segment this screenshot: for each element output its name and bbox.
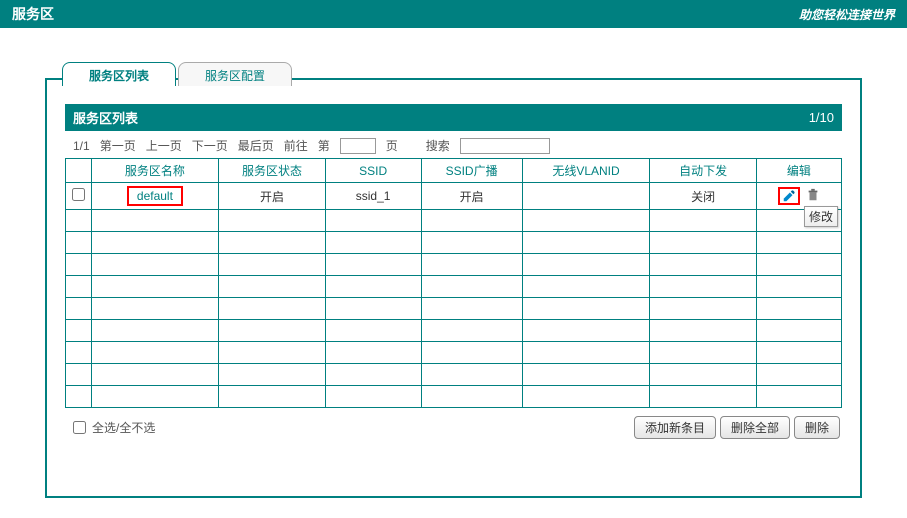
table-row: default 开启 ssid_1 开启 关闭 (66, 183, 842, 210)
edit-button[interactable] (778, 187, 800, 205)
go-link[interactable]: 前往 (284, 137, 308, 154)
section-title: 服务区列表 (73, 108, 138, 127)
table-row (66, 342, 842, 364)
page-title: 服务区 (12, 4, 54, 24)
next-page-link[interactable]: 下一页 (192, 137, 228, 154)
cell-status: 开启 (219, 183, 325, 210)
last-page-link[interactable]: 最后页 (238, 137, 274, 154)
tab-service-list[interactable]: 服务区列表 (62, 62, 176, 86)
go-page-input[interactable] (340, 138, 376, 154)
page-counter: 1/1 (73, 139, 90, 153)
pagination-bar: 1/1 第一页 上一页 下一页 最后页 前往 第 页 搜索 (65, 131, 842, 158)
col-ssid[interactable]: SSID (325, 159, 421, 183)
service-table: 服务区名称 服务区状态 SSID SSID广播 无线VLANID 自动下发 编辑… (65, 158, 842, 408)
row-checkbox[interactable] (72, 188, 85, 201)
delete-all-button[interactable]: 删除全部 (720, 416, 790, 439)
trash-icon (806, 188, 820, 202)
main-panel: 服务区列表 服务区配置 服务区列表 1/10 1/1 第一页 上一页 下一页 最… (45, 78, 862, 498)
col-vlan[interactable]: 无线VLANID (522, 159, 650, 183)
page-prefix: 第 (318, 137, 330, 154)
table-row (66, 276, 842, 298)
prev-page-link[interactable]: 上一页 (146, 137, 182, 154)
tab-service-config[interactable]: 服务区配置 (178, 62, 292, 86)
col-edit: 编辑 (756, 159, 841, 183)
pencil-icon (782, 189, 796, 203)
select-all-checkbox[interactable] (73, 421, 86, 434)
page-info: 1/10 (809, 110, 834, 125)
table-row (66, 232, 842, 254)
delete-selected-button[interactable]: 删除 (794, 416, 840, 439)
search-input[interactable] (460, 138, 550, 154)
tab-bar: 服务区列表 服务区配置 (62, 62, 875, 86)
table-row (66, 320, 842, 342)
table-row (66, 210, 842, 232)
add-button[interactable]: 添加新条目 (634, 416, 716, 439)
tagline: 助您轻松连接世界 (799, 6, 895, 23)
page-suffix: 页 (386, 137, 398, 154)
table-row (66, 364, 842, 386)
delete-button[interactable] (806, 188, 820, 205)
table-row (66, 298, 842, 320)
cell-auto: 关闭 (650, 183, 756, 210)
section-header: 服务区列表 1/10 (65, 104, 842, 131)
content-box: 服务区列表 1/10 1/1 第一页 上一页 下一页 最后页 前往 第 页 搜索 (65, 104, 842, 439)
cell-broadcast: 开启 (421, 183, 522, 210)
cell-vlan (522, 183, 650, 210)
col-name[interactable]: 服务区名称 (91, 159, 219, 183)
col-check (66, 159, 92, 183)
edit-tooltip: 修改 (804, 206, 838, 227)
table-row (66, 254, 842, 276)
col-auto[interactable]: 自动下发 (650, 159, 756, 183)
service-name-link[interactable]: default (127, 186, 183, 206)
search-label: 搜索 (426, 137, 450, 154)
first-page-link[interactable]: 第一页 (100, 137, 136, 154)
top-bar: 服务区 助您轻松连接世界 (0, 0, 907, 28)
table-header-row: 服务区名称 服务区状态 SSID SSID广播 无线VLANID 自动下发 编辑 (66, 159, 842, 183)
col-status[interactable]: 服务区状态 (219, 159, 325, 183)
table-row (66, 386, 842, 408)
cell-ssid: ssid_1 (325, 183, 421, 210)
select-all-label: 全选/全不选 (92, 419, 155, 436)
col-broadcast[interactable]: SSID广播 (421, 159, 522, 183)
footer-bar: 全选/全不选 添加新条目 删除全部 删除 (65, 408, 842, 439)
